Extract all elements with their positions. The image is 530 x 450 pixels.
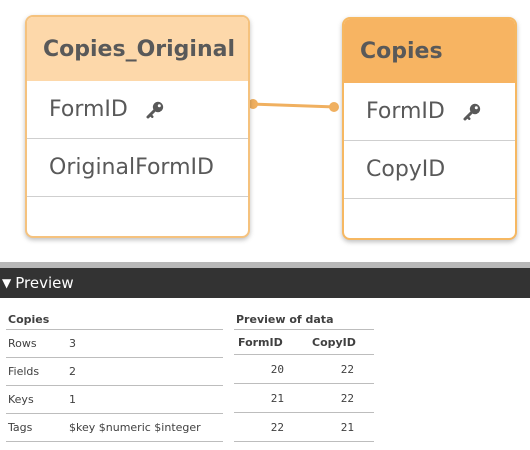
field-label: FormID (49, 97, 128, 122)
table-cell: 21 (340, 420, 354, 434)
preview-header-label: Preview (15, 274, 74, 292)
metadata-key: Tags (8, 421, 33, 434)
table-row: 22 21 (234, 413, 374, 442)
field-row-copyid[interactable]: CopyID (344, 141, 515, 199)
key-icon (144, 99, 166, 121)
metadata-value: $key $numeric $integer (69, 421, 201, 434)
table-card-copies-original[interactable]: Copies_Original FormID OriginalFormID (25, 15, 250, 238)
empty-row (27, 197, 248, 236)
collapse-triangle-icon: ▼ (2, 276, 12, 290)
metadata-value: 2 (69, 365, 76, 378)
table-title: Copies (344, 19, 515, 83)
table-cell: 22 (340, 362, 354, 376)
column-header: CopyID (312, 335, 356, 349)
table-cell: 22 (270, 420, 284, 434)
field-row-formid[interactable]: FormID (27, 81, 248, 139)
table-metadata: Copies Rows 3 Fields 2 Keys 1 Tags $key … (6, 311, 223, 442)
metadata-row: Tags $key $numeric $integer (6, 414, 223, 442)
metadata-title: Copies (6, 311, 223, 330)
field-row-formid[interactable]: FormID (344, 83, 515, 141)
metadata-key: Fields (8, 365, 40, 378)
metadata-row: Rows 3 (6, 330, 223, 358)
preview-panel-toggle[interactable]: ▼ Preview (0, 268, 530, 298)
table-cell: 20 (270, 362, 284, 376)
table-cell: 22 (340, 391, 354, 405)
data-model-canvas[interactable]: Copies_Original FormID OriginalFormID Co… (0, 0, 530, 262)
field-label: CopyID (366, 157, 446, 182)
table-row: 20 22 (234, 355, 374, 384)
field-label: OriginalFormID (49, 155, 214, 180)
metadata-value: 1 (69, 393, 76, 406)
metadata-row: Fields 2 (6, 358, 223, 386)
metadata-key: Keys (8, 393, 34, 406)
metadata-value: 3 (69, 337, 76, 350)
table-title: Copies_Original (27, 17, 248, 81)
metadata-row: Keys 1 (6, 386, 223, 414)
preview-data-title: Preview of data (234, 311, 374, 330)
column-header: FormID (238, 335, 283, 349)
preview-data-header: FormID CopyID (234, 330, 374, 355)
preview-data-table: Preview of data FormID CopyID 20 22 21 2… (234, 311, 374, 442)
table-cell: 21 (270, 391, 284, 405)
empty-row (344, 199, 515, 238)
field-label: FormID (366, 99, 445, 124)
table-row: 21 22 (234, 384, 374, 413)
table-card-copies[interactable]: Copies FormID CopyID (342, 17, 517, 240)
key-icon (461, 101, 483, 123)
field-row-originalformid[interactable]: OriginalFormID (27, 139, 248, 197)
metadata-key: Rows (8, 337, 37, 350)
